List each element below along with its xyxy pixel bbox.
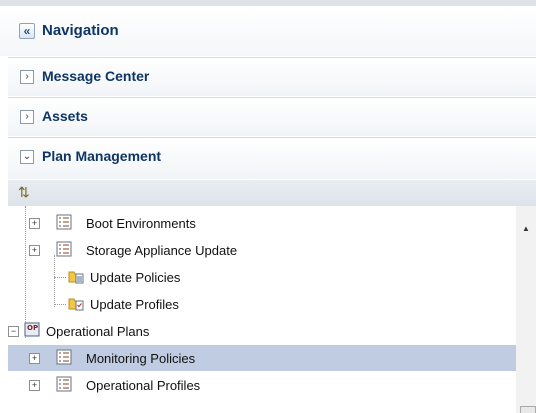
tree-line [54,277,66,278]
navigation-title: Navigation [42,22,119,39]
tree-node-update-policies[interactable]: Update Policies [8,264,516,290]
tree-node-operational-profiles[interactable]: + Operational Profiles [8,372,516,398]
tree-line [54,304,66,305]
chevron-down-icon[interactable]: ⌄ [20,150,34,164]
tree-node-operational-plans[interactable]: − OP Operational Plans [8,318,516,344]
tree-node-label: Update Profiles [90,297,179,312]
expand-icon[interactable]: + [29,380,40,391]
expand-icon[interactable]: + [29,353,40,364]
tree-node-boot-environments[interactable]: + Boot Environments [8,210,516,236]
tree-node-update-profiles[interactable]: Update Profiles [8,291,516,317]
tree-node-label: Boot Environments [86,216,196,231]
tree-toolbar: ⇅ [8,180,536,206]
checklist-icon [56,241,72,257]
accordion-label: Assets [42,108,88,124]
scroll-up-arrow-icon[interactable]: ▲ [522,224,530,233]
navigation-header: « Navigation [0,6,536,56]
expand-icon[interactable]: + [29,218,40,229]
operational-plan-icon: OP [24,322,40,337]
tree-node-label: Monitoring Policies [86,351,196,366]
accordion-plan-management[interactable]: ⌄ Plan Management [8,137,536,179]
svg-text:OP: OP [27,324,38,332]
profile-folder-icon [68,298,84,311]
tree-node-monitoring-policies[interactable]: + Monitoring Policies [8,345,516,371]
scrollbar-thumb[interactable] [520,406,536,413]
expand-icon[interactable]: + [29,245,40,256]
collapse-icon[interactable]: − [8,326,19,337]
accordion-label: Plan Management [42,148,162,164]
chevron-right-icon[interactable]: › [20,70,34,84]
plan-tree: + Boot Environments + Storage Appliance … [8,206,516,413]
collapse-navigation-icon[interactable]: « [19,23,35,39]
tree-node-label: Storage Appliance Update [86,243,238,258]
checklist-icon [56,349,72,365]
accordion-message-center[interactable]: › Message Center [8,57,536,96]
chevron-right-icon[interactable]: › [20,110,34,124]
tree-node-label: Operational Plans [46,324,150,339]
tree-node-label: Operational Profiles [86,378,201,393]
accordion-label: Message Center [42,68,150,84]
refresh-icon[interactable]: ⇅ [18,184,30,201]
checklist-icon [56,376,72,392]
tree-scrollbar[interactable]: ▲ [516,206,536,413]
policy-folder-icon [68,271,84,284]
accordion-assets[interactable]: › Assets [8,97,536,136]
checklist-icon [56,214,72,230]
tree-node-storage-appliance-update[interactable]: + Storage Appliance Update [8,237,516,263]
tree-node-label: Update Policies [90,270,181,285]
